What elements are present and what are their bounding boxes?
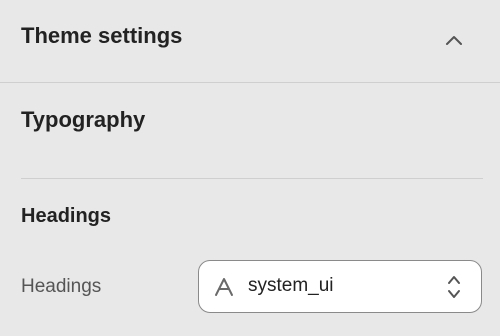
headings-font-select[interactable]: system_ui [198,260,482,313]
panel-header: Theme settings [0,0,500,83]
typography-section-header[interactable]: Typography [0,84,500,164]
chevron-up-icon[interactable] [444,32,464,48]
headings-font-label: Headings [21,276,102,297]
theme-settings-panel: Theme settings Typography Headings Headi… [0,0,500,336]
page-title: Theme settings [21,23,183,48]
select-updown-icon [447,274,461,300]
font-icon [214,277,234,297]
headings-group-title: Headings [21,205,112,227]
section-divider [21,178,483,179]
headings-font-value: system_ui [248,275,334,296]
section-title: Typography [21,107,146,132]
